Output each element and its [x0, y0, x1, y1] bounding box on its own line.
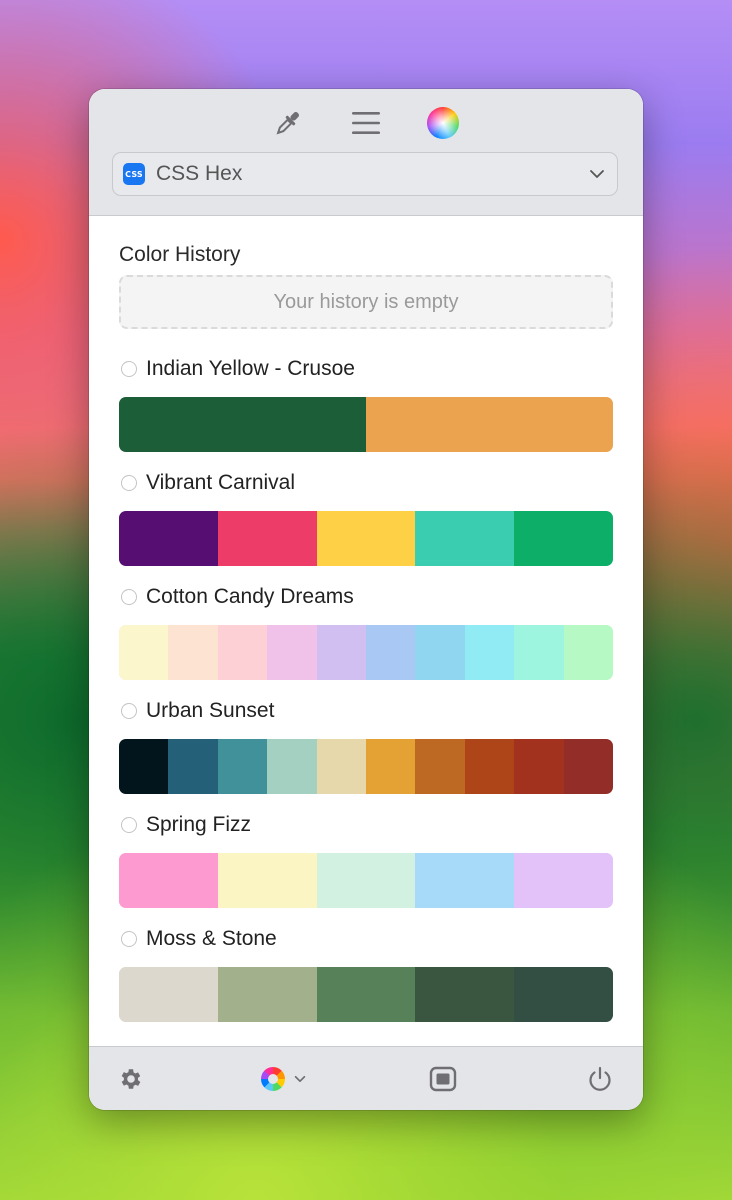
color-swatch[interactable]	[514, 625, 564, 680]
color-swatch[interactable]	[563, 739, 613, 794]
palette: Vibrant Carnival	[119, 469, 613, 566]
palette-radio[interactable]	[121, 589, 137, 605]
color-swatch[interactable]	[217, 625, 268, 680]
palette-header[interactable]: Urban Sunset	[119, 697, 613, 725]
color-swatch[interactable]	[464, 739, 515, 794]
palette-swatches	[119, 967, 613, 1022]
color-swatch[interactable]	[217, 967, 317, 1022]
color-swatch[interactable]	[119, 397, 366, 452]
palette: Indian Yellow - Crusoe	[119, 355, 613, 452]
color-swatch[interactable]	[119, 739, 169, 794]
color-swatch[interactable]	[415, 625, 465, 680]
palette-radio[interactable]	[121, 703, 137, 719]
palette-radio[interactable]	[121, 931, 137, 947]
gear-icon[interactable]	[118, 1065, 144, 1093]
palette-header[interactable]: Spring Fizz	[119, 811, 613, 839]
color-swatch[interactable]	[464, 625, 515, 680]
palette-name: Moss & Stone	[146, 927, 277, 950]
color-history-title: Color History	[119, 243, 241, 266]
color-picker-popup: CSS CSS Hex Color History Your history i…	[89, 89, 643, 1110]
palette-header[interactable]: Moss & Stone	[119, 925, 613, 953]
color-swatch[interactable]	[514, 853, 613, 908]
color-wheel-icon[interactable]	[425, 105, 461, 141]
palette: Spring Fizz	[119, 811, 613, 908]
color-swatch[interactable]	[316, 967, 416, 1022]
color-swatch[interactable]	[168, 739, 218, 794]
palette-name: Spring Fizz	[146, 813, 252, 836]
color-swatch[interactable]	[316, 511, 416, 566]
palette-name: Urban Sunset	[146, 699, 275, 722]
color-swatch[interactable]	[267, 739, 317, 794]
palette-name: Cotton Candy Dreams	[146, 585, 354, 608]
palette-name: Vibrant Carnival	[146, 471, 296, 494]
window-icon[interactable]	[429, 1065, 457, 1093]
palette-swatches	[119, 853, 613, 908]
palette: Urban Sunset	[119, 697, 613, 794]
color-space-menu[interactable]	[261, 1065, 307, 1093]
color-swatch[interactable]	[514, 967, 613, 1022]
palette-header[interactable]: Indian Yellow - Crusoe	[119, 355, 613, 383]
palette-radio[interactable]	[121, 361, 137, 377]
css-format-icon: CSS	[123, 163, 145, 185]
chevron-down-icon	[293, 1072, 307, 1086]
color-swatch[interactable]	[119, 853, 218, 908]
eyedropper-icon[interactable]	[270, 105, 306, 141]
palette-swatches	[119, 397, 613, 452]
color-swatch[interactable]	[119, 967, 218, 1022]
color-swatch[interactable]	[415, 853, 515, 908]
color-swatch[interactable]	[563, 625, 613, 680]
palette-header[interactable]: Vibrant Carnival	[119, 469, 613, 497]
palette-header[interactable]: Cotton Candy Dreams	[119, 583, 613, 611]
color-format-label: CSS Hex	[156, 162, 243, 185]
color-history-empty: Your history is empty	[119, 275, 613, 329]
color-swatch[interactable]	[316, 853, 416, 908]
color-swatch[interactable]	[415, 967, 515, 1022]
palette-name: Indian Yellow - Crusoe	[146, 357, 355, 380]
color-swatch[interactable]	[514, 511, 613, 566]
palette-radio[interactable]	[121, 817, 137, 833]
palette-radio[interactable]	[121, 475, 137, 491]
palette: Moss & Stone	[119, 925, 613, 1022]
color-swatch[interactable]	[316, 739, 367, 794]
palette-swatches	[119, 625, 613, 680]
color-swatch[interactable]	[415, 739, 465, 794]
footer-toolbar	[89, 1046, 643, 1110]
color-format-select[interactable]: CSS CSS Hex	[112, 152, 618, 196]
power-icon[interactable]	[586, 1065, 614, 1093]
palette: Cotton Candy Dreams	[119, 583, 613, 680]
chevron-down-icon	[589, 166, 605, 187]
color-swatch[interactable]	[366, 739, 416, 794]
color-swatch[interactable]	[514, 739, 564, 794]
color-swatch[interactable]	[168, 625, 218, 680]
color-swatch[interactable]	[217, 739, 268, 794]
palette-swatches	[119, 739, 613, 794]
color-swatch[interactable]	[316, 625, 367, 680]
color-wheel-icon	[261, 1067, 285, 1091]
color-swatch[interactable]	[366, 625, 416, 680]
palette-swatches	[119, 511, 613, 566]
color-swatch[interactable]	[217, 511, 317, 566]
color-swatch[interactable]	[217, 853, 317, 908]
hamburger-menu-icon[interactable]	[348, 105, 384, 141]
color-swatch[interactable]	[119, 625, 169, 680]
color-swatch[interactable]	[267, 625, 317, 680]
color-swatch[interactable]	[119, 511, 218, 566]
color-swatch[interactable]	[415, 511, 515, 566]
header: CSS CSS Hex	[89, 89, 643, 216]
color-swatch[interactable]	[366, 397, 613, 452]
